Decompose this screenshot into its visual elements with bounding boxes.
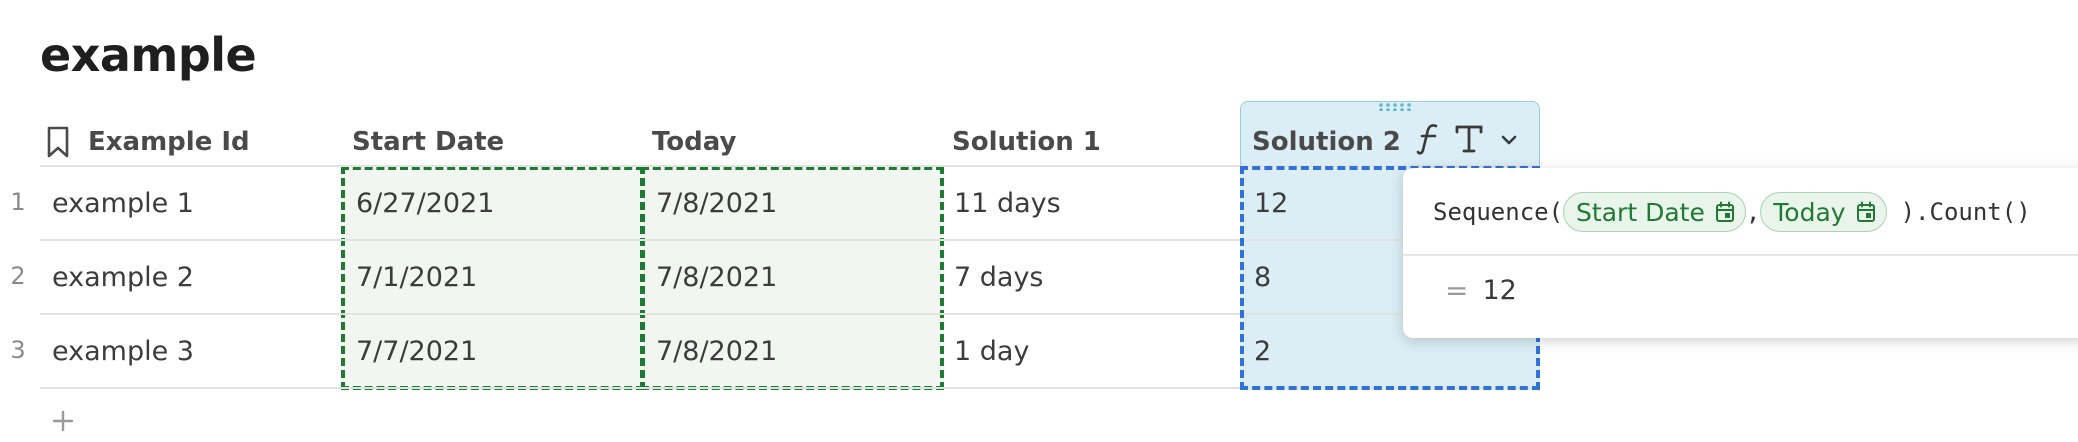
formula-result-value: 12 — [1482, 275, 1517, 306]
formula-icon[interactable] — [1416, 122, 1442, 156]
column-header-label: Solution 2 — [1252, 127, 1401, 157]
column-header-label: Today — [652, 127, 737, 157]
cell-start-date[interactable]: 7/1/2021 — [356, 241, 477, 313]
cell-solution1[interactable]: 11 days — [954, 167, 1061, 239]
plus-icon[interactable] — [50, 408, 76, 434]
formula-function-open: Sequence( — [1433, 198, 1564, 226]
formula-popup: Sequence( Start Date , Today ).Count() =… — [1403, 168, 2078, 338]
column-header-label: Start Date — [352, 127, 505, 157]
cell-example-id[interactable]: example 1 — [52, 167, 194, 239]
column-header-solution1[interactable]: Solution 1 — [952, 118, 1101, 166]
chevron-down-icon[interactable] — [1500, 134, 1518, 146]
formula-result: = 12 — [1445, 274, 1517, 307]
cell-today[interactable]: 7/8/2021 — [656, 315, 777, 387]
column-header-today[interactable]: Today — [652, 118, 736, 166]
calendar-icon — [1715, 201, 1734, 222]
equals-sign: = — [1445, 274, 1469, 307]
column-header-start-date[interactable]: Start Date — [352, 118, 504, 166]
formula-comma: , — [1745, 198, 1761, 226]
cell-example-id[interactable]: example 3 — [52, 315, 194, 387]
drag-handle-icon[interactable] — [1378, 103, 1412, 111]
formula-chip-today[interactable]: Today — [1760, 192, 1887, 232]
cell-start-date[interactable]: 6/27/2021 — [356, 167, 494, 239]
text-type-icon[interactable] — [1454, 124, 1484, 154]
cell-start-date[interactable]: 7/7/2021 — [356, 315, 477, 387]
cell-solution1[interactable]: 7 days — [954, 241, 1044, 313]
cell-example-id[interactable]: example 2 — [52, 241, 194, 313]
cell-solution1[interactable]: 1 day — [954, 315, 1029, 387]
formula-chip-label: Today — [1773, 197, 1846, 227]
bookmark-icon — [47, 126, 69, 158]
column-header-label: Example Id — [88, 127, 250, 157]
cell-today[interactable]: 7/8/2021 — [656, 241, 777, 313]
popup-divider — [1403, 254, 2078, 256]
row-number: 1 — [10, 188, 26, 216]
row-number: 3 — [10, 336, 26, 364]
formula-editor[interactable]: Sequence( Start Date , Today ).Count() — [1433, 190, 2031, 234]
column-header-label: Solution 1 — [952, 127, 1101, 157]
formula-chip-start-date[interactable]: Start Date — [1563, 192, 1746, 232]
column-header-example-id[interactable]: Example Id — [46, 118, 250, 166]
calendar-icon — [1856, 201, 1875, 222]
column-header-solution2[interactable]: Solution 2 — [1252, 118, 1401, 166]
cell-today[interactable]: 7/8/2021 — [656, 167, 777, 239]
row-number: 2 — [10, 262, 26, 290]
formula-chip-label: Start Date — [1576, 197, 1705, 227]
formula-function-close: ).Count() — [1900, 198, 2031, 226]
